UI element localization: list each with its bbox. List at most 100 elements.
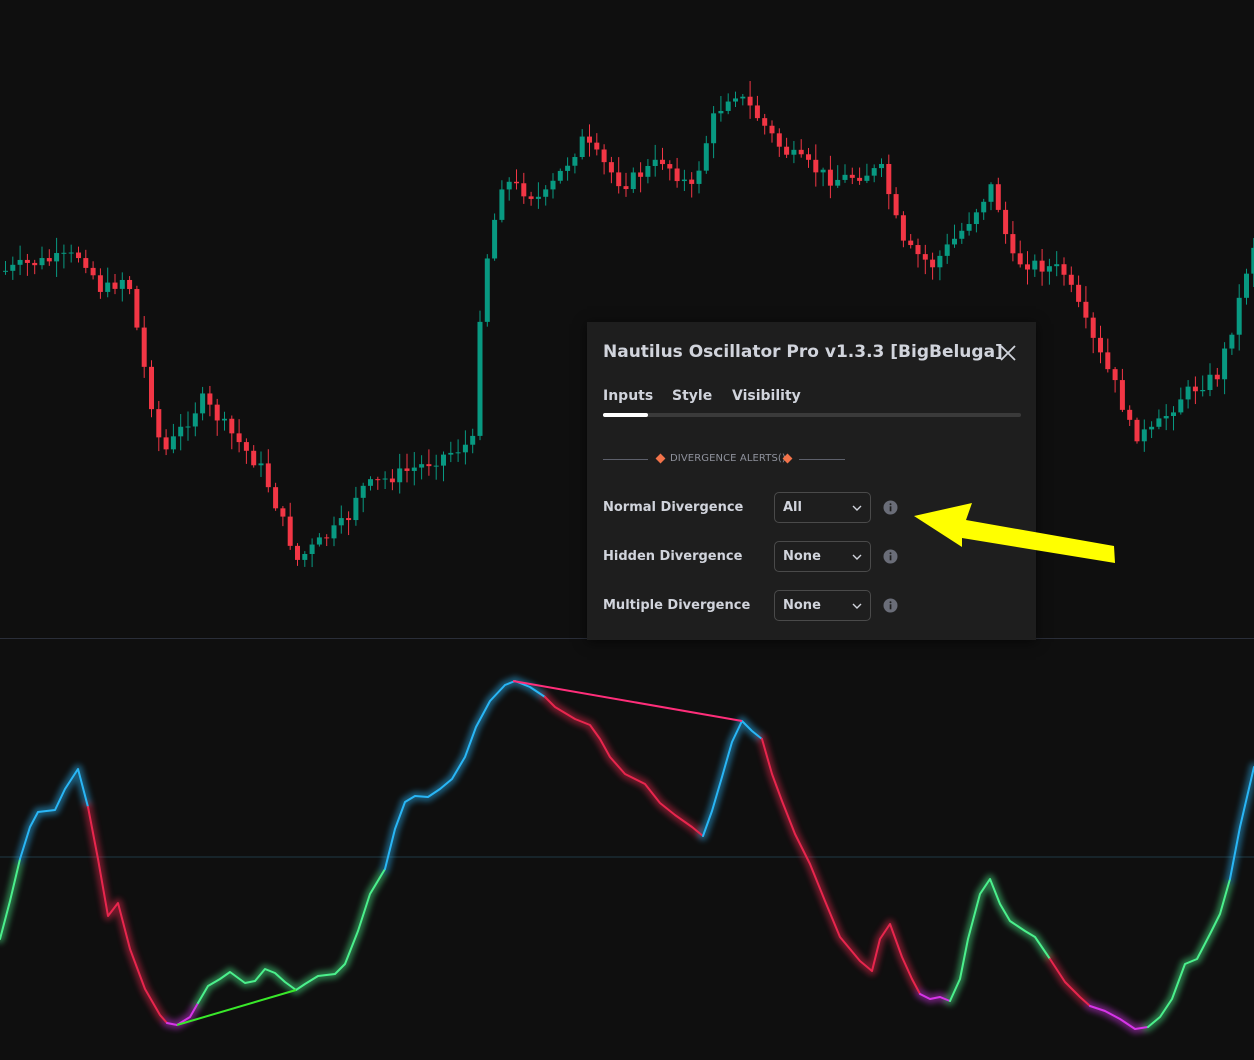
candle (798, 139, 804, 158)
section-header-divergence-alerts: DIVERGENCE ALERTS() (603, 452, 845, 466)
candle (995, 177, 1001, 213)
candle (441, 451, 446, 482)
candle (769, 120, 775, 143)
candle (127, 276, 133, 295)
chevron-down-icon (852, 554, 862, 560)
normal-divergence-select[interactable]: All (774, 492, 871, 523)
candle (149, 360, 154, 418)
candle (302, 551, 308, 567)
candle (587, 124, 592, 157)
candle (243, 438, 249, 464)
candle (97, 268, 103, 299)
candle (630, 167, 636, 193)
candle (1039, 248, 1045, 286)
candle (141, 316, 147, 378)
oscillator-segment (1147, 878, 1231, 1028)
candle (1171, 406, 1176, 431)
candle (579, 129, 585, 160)
candle (1032, 254, 1038, 277)
candle (1119, 368, 1125, 412)
candle (214, 398, 220, 436)
candle (1090, 312, 1096, 354)
candle (3, 260, 8, 275)
oscillator-glow (0, 676, 1254, 1034)
candle (462, 430, 468, 465)
candle (1185, 380, 1191, 409)
candle (448, 441, 454, 463)
candle (1127, 405, 1133, 426)
candle (725, 93, 731, 115)
candle (1112, 366, 1118, 393)
close-button[interactable] (997, 342, 1019, 364)
candle (76, 246, 81, 263)
multiple-divergence-select[interactable]: None (774, 590, 871, 621)
multiple-divergence-label: Multiple Divergence (603, 598, 751, 613)
candle (696, 161, 702, 194)
candle (207, 385, 213, 417)
candle (1076, 275, 1082, 308)
candle (1025, 251, 1030, 285)
candle (667, 160, 673, 181)
candle (601, 144, 607, 175)
candle (827, 155, 833, 199)
candle (316, 533, 322, 547)
candle (1098, 325, 1103, 364)
oscillator-pane[interactable] (0, 639, 1254, 1060)
hidden-divergence-select[interactable]: None (774, 541, 871, 572)
candle (849, 167, 855, 185)
normal-divergence-value: All (783, 500, 802, 515)
candle (550, 173, 556, 199)
candle (762, 113, 768, 135)
candle (1236, 284, 1242, 351)
candle (433, 454, 439, 480)
candle (68, 244, 74, 263)
candle (229, 415, 235, 450)
hidden-divergence-label: Hidden Divergence (603, 549, 743, 564)
candle (1200, 375, 1206, 397)
info-icon[interactable] (883, 500, 898, 515)
candle (54, 237, 60, 277)
candle (192, 402, 198, 437)
candle (879, 158, 884, 178)
candle (557, 168, 563, 184)
candle (1244, 268, 1249, 305)
tab-visibility[interactable]: Visibility (732, 388, 801, 404)
hidden-divergence-value: None (783, 549, 821, 564)
candle (360, 482, 366, 513)
candle (1061, 257, 1067, 286)
info-icon[interactable] (883, 549, 898, 564)
candle (484, 254, 490, 327)
candle (331, 516, 337, 547)
candle (1156, 409, 1162, 430)
candle (265, 449, 271, 493)
chevron-down-icon (852, 505, 862, 511)
candle (156, 400, 162, 452)
candle (499, 180, 505, 223)
candle (747, 81, 753, 119)
oscillator-segment (761, 738, 921, 995)
tab-style[interactable]: Style (672, 388, 712, 404)
candle (791, 141, 797, 164)
section-divider-right (799, 459, 845, 460)
candle (1134, 417, 1140, 444)
candle (915, 238, 921, 268)
candle (251, 445, 257, 468)
candle (689, 172, 695, 198)
candle (477, 310, 483, 441)
candle (820, 167, 826, 187)
oscillator-segment (384, 680, 546, 870)
candle (1178, 387, 1184, 415)
candle (681, 169, 687, 192)
candle (521, 172, 527, 204)
candle (718, 96, 724, 122)
tab-inputs[interactable]: Inputs (603, 388, 653, 404)
candle (514, 169, 519, 190)
candle (1192, 376, 1198, 405)
candle (616, 157, 622, 194)
section-divider-left (603, 459, 648, 460)
candle (236, 419, 242, 453)
candle (1229, 332, 1235, 355)
info-icon[interactable] (883, 598, 898, 613)
candle (346, 511, 352, 536)
section-title: DIVERGENCE ALERTS() (670, 453, 786, 464)
